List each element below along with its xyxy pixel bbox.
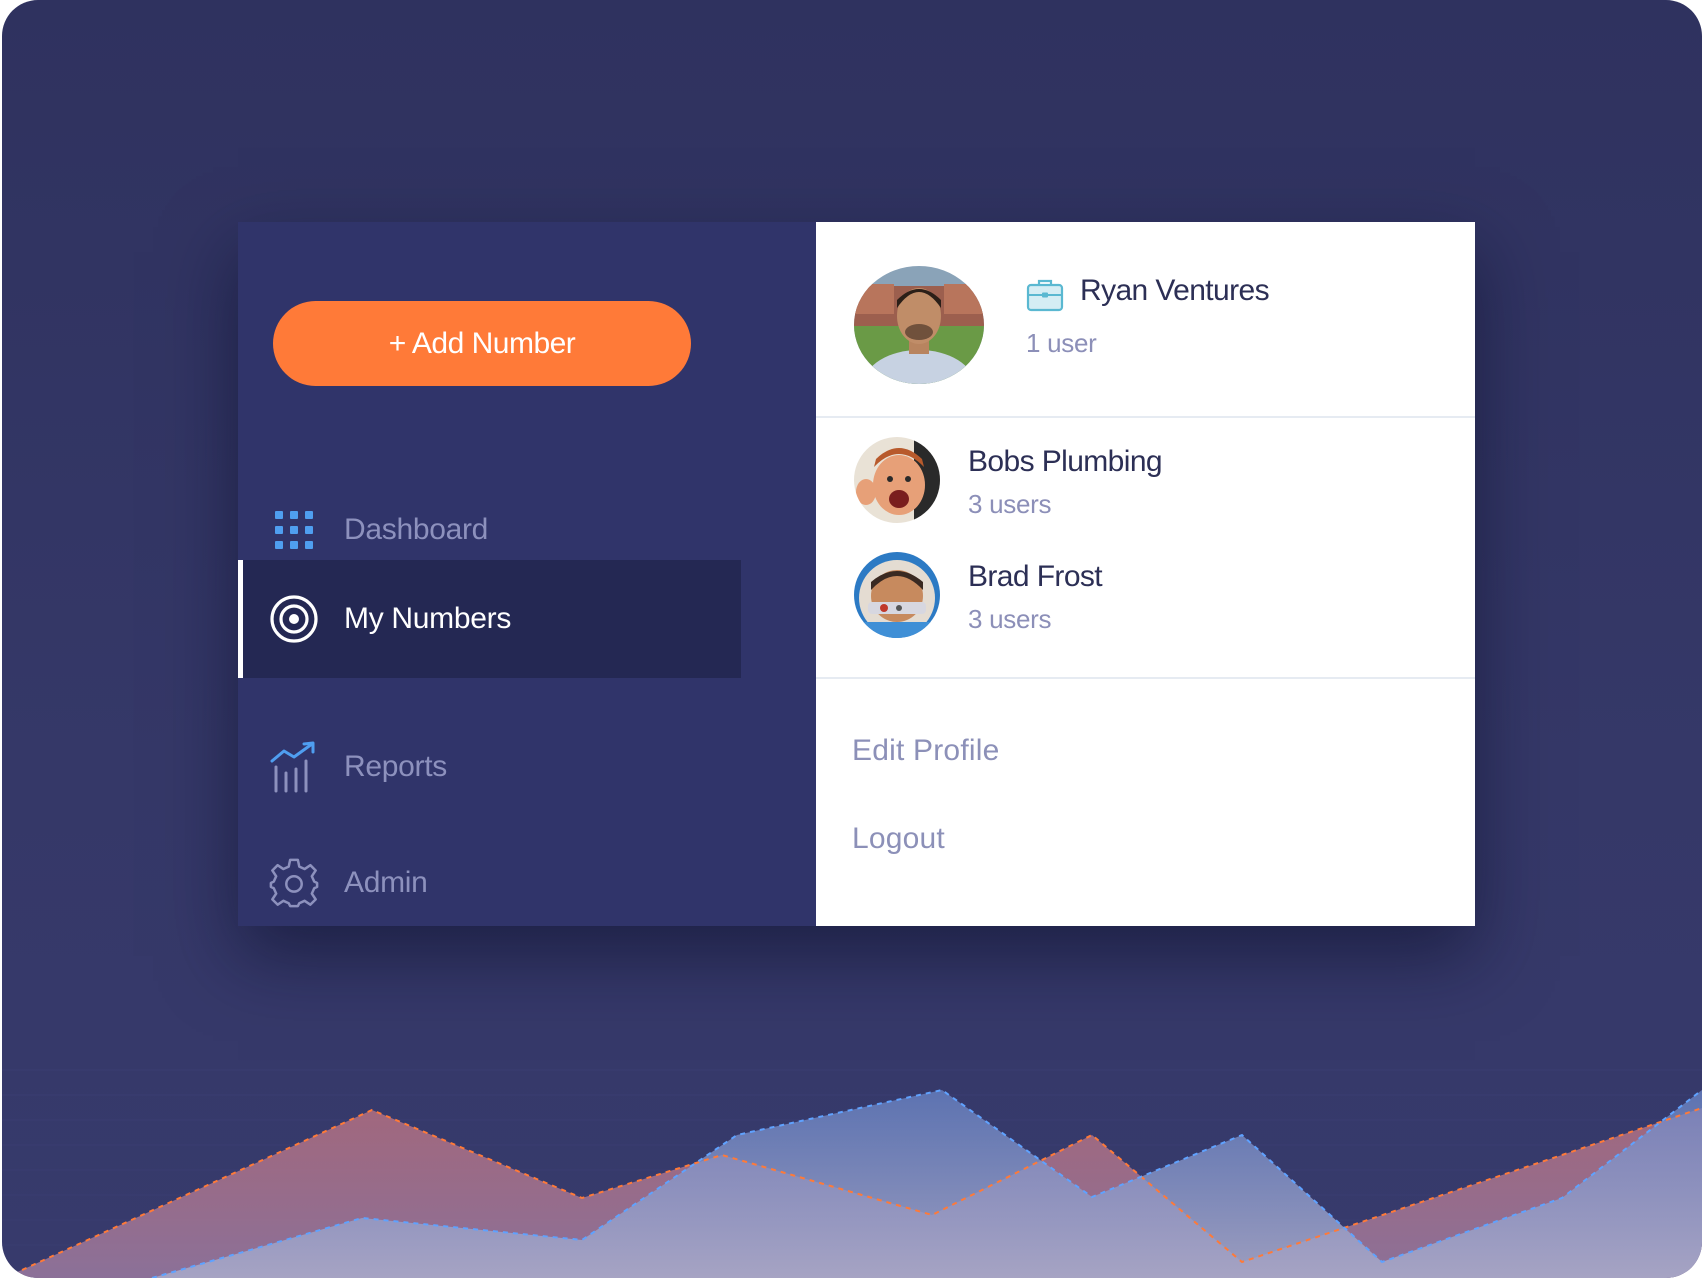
briefcase-icon <box>1026 278 1064 317</box>
account-name: Brad Frost <box>968 560 1103 593</box>
gear-icon <box>268 857 320 909</box>
avatar <box>854 552 940 638</box>
sidebar-item-label: Admin <box>344 866 428 899</box>
account-user-count: 3 users <box>968 489 1052 519</box>
sidebar-item-label: My Numbers <box>344 602 512 635</box>
account-user-count: 3 users <box>968 604 1052 634</box>
current-account[interactable]: Ryan Ventures 1 user <box>816 222 1475 417</box>
sidebar-item-label: Reports <box>344 750 447 783</box>
account-row-bobs-plumbing[interactable]: Bobs Plumbing 3 users <box>816 437 1475 547</box>
sidebar-item-admin[interactable]: Admin <box>238 825 741 941</box>
chart-trend-icon <box>268 741 320 793</box>
add-number-button[interactable]: + Add Number <box>273 301 691 386</box>
account-user-count: 1 user <box>1026 328 1097 358</box>
logout-link[interactable]: Logout <box>852 822 945 856</box>
edit-profile-link[interactable]: Edit Profile <box>852 734 999 768</box>
account-menu-panel: Ryan Ventures 1 user Bobs Plumbing 3 use… <box>816 222 1475 926</box>
sidebar-item-label: Dashboard <box>344 513 489 546</box>
grid-icon <box>268 504 320 556</box>
divider <box>816 416 1475 418</box>
account-name: Bobs Plumbing <box>968 445 1163 478</box>
navigation-card: + Add Number Dashboard My Numbers Report… <box>238 222 1475 926</box>
account-row-brad-frost[interactable]: Brad Frost 3 users <box>816 552 1475 662</box>
sidebar: + Add Number Dashboard My Numbers Report… <box>238 222 816 926</box>
sidebar-item-reports[interactable]: Reports <box>238 709 741 825</box>
divider <box>816 677 1475 679</box>
avatar <box>854 266 984 384</box>
avatar <box>854 437 940 523</box>
app-frame: + Add Number Dashboard My Numbers Report… <box>2 0 1702 1278</box>
account-name: Ryan Ventures <box>1080 274 1270 307</box>
target-icon <box>268 593 320 645</box>
sidebar-item-my-numbers[interactable]: My Numbers <box>238 560 741 678</box>
